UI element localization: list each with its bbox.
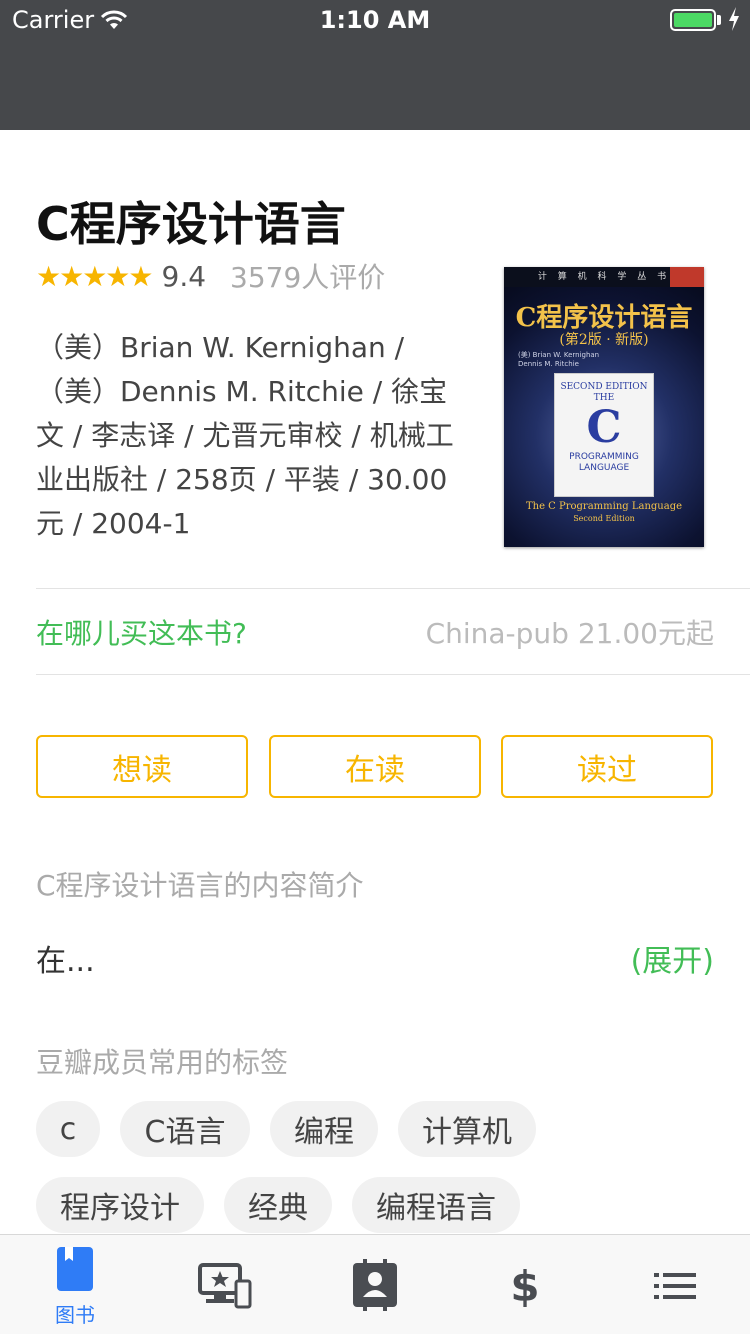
cover-english-edition: Second Edition: [573, 514, 635, 523]
divider: [36, 588, 750, 589]
tag-chip[interactable]: 计算机: [398, 1101, 536, 1157]
summary-text: 在...: [36, 944, 95, 979]
cover-inner-book: SECOND EDITION THE C PROGRAMMING LANGUAG…: [554, 373, 654, 497]
tab-finance[interactable]: $: [450, 1235, 600, 1334]
cover-english-title: The C Programming Language: [525, 501, 683, 512]
expand-link[interactable]: (展开): [631, 936, 714, 980]
divider: [36, 674, 750, 675]
tab-movies[interactable]: [150, 1235, 300, 1334]
tag-chip[interactable]: 编程语言: [352, 1177, 520, 1233]
cover-corner-badge: [670, 267, 704, 287]
cover-inner-bottom: PROGRAMMING LANGUAGE: [569, 452, 639, 473]
tab-books-label: 图书: [55, 1303, 95, 1327]
book-title: C程序设计语言: [36, 197, 346, 251]
battery-fill: [674, 13, 712, 27]
book-icon: [57, 1247, 93, 1291]
clock: 1:10 AM: [319, 6, 431, 34]
tag-chip[interactable]: C语言: [120, 1101, 250, 1157]
tab-more[interactable]: [600, 1235, 750, 1334]
book-cover[interactable]: 计 算 机 科 学 丛 书 C程序设计语言 (第2版 · 新版) (美) Bri…: [504, 267, 704, 547]
cover-edition: (第2版 · 新版): [559, 332, 649, 348]
rating-count[interactable]: 3579人评价: [230, 256, 385, 296]
battery-tip: [717, 15, 721, 25]
list-icon: [654, 1273, 696, 1299]
status-bar: Carrier 1:10 AM: [0, 0, 750, 40]
have-read-button[interactable]: 读过: [501, 735, 713, 798]
navigation-bar: Carrier 1:10 AM: [0, 0, 750, 130]
contacts-icon: [353, 1259, 397, 1311]
tag-chip[interactable]: 经典: [224, 1177, 332, 1233]
want-to-read-button[interactable]: 想读: [36, 735, 248, 798]
cover-inner-letter: C: [586, 402, 622, 453]
rating-score: 9.4: [161, 259, 207, 293]
cover-authors: (美) Brian W. Kernighan Dennis M. Ritchie: [518, 351, 600, 368]
rating-row: ★★★★★ 9.4 3579人评价: [36, 256, 385, 296]
svg-text:$: $: [510, 1263, 539, 1309]
cover-inner-top: SECOND EDITION THE: [560, 382, 648, 403]
where-to-buy-link[interactable]: 在哪儿买这本书?: [36, 612, 247, 652]
tab-bar: 图书 $: [0, 1234, 750, 1334]
tag-chip[interactable]: 编程: [270, 1101, 378, 1157]
dollar-icon: $: [510, 1263, 539, 1309]
buy-price[interactable]: China-pub 21.00元起: [426, 612, 714, 652]
summary-heading: C程序设计语言的内容简介: [36, 869, 364, 902]
tags-heading: 豆瓣成员常用的标签: [36, 1046, 289, 1079]
movie-icon: [198, 1263, 252, 1309]
tab-contacts[interactable]: [300, 1235, 450, 1334]
tab-books[interactable]: 图书: [0, 1235, 150, 1334]
reading-button[interactable]: 在读: [269, 735, 481, 798]
book-meta: （美）Brian W. Kernighan / （美）Dennis M. Rit…: [36, 331, 454, 540]
tag-chip[interactable]: c: [36, 1101, 100, 1157]
battery-icon: [670, 9, 716, 31]
tag-chip[interactable]: 程序设计: [36, 1177, 204, 1233]
charging-bolt-icon: [729, 7, 739, 31]
star-rating-icon: ★★★★★: [36, 259, 154, 293]
